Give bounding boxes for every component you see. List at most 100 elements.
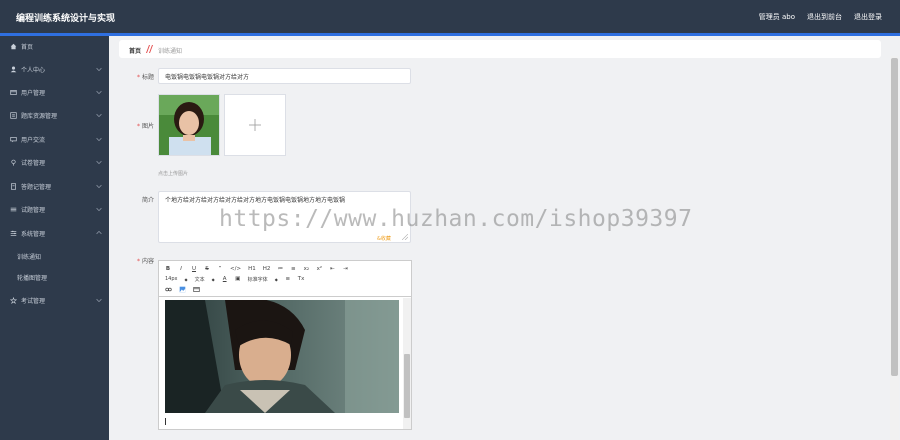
chevron-down-icon <box>96 67 102 72</box>
bold-button[interactable]: B <box>165 265 171 273</box>
title-input[interactable]: 电饭锅电饭锅电饭锅对方给对方 <box>158 68 411 84</box>
editor-body[interactable] <box>159 298 411 429</box>
editor-scrollbar[interactable] <box>403 298 411 429</box>
pin-icon <box>9 158 17 166</box>
sidebar-item-exams[interactable]: 考试管理 <box>0 290 109 310</box>
top-header: 编程训练系统设计与实现 管理员 abo 退出到前台 退出登录 <box>0 0 900 33</box>
sidebar-item-user-chat[interactable]: 用户交流 <box>0 129 109 149</box>
exam-icon <box>9 296 17 304</box>
content-label: * 内容 <box>136 258 154 265</box>
sidebar-item-question-bank[interactable]: 题库资源管理 <box>0 105 109 125</box>
chat-icon <box>9 135 17 143</box>
intro-text: 个地方给对方给对方给对方给对方地方电饭锅电饭锅地方地方电饭锅 <box>165 197 346 204</box>
image-icon[interactable] <box>179 286 186 293</box>
font-size-select[interactable]: 14px <box>165 276 178 282</box>
italic-button[interactable]: I <box>178 265 184 273</box>
upload-hint: 点击上传图片 <box>158 171 189 177</box>
chevron-down-icon <box>96 113 102 118</box>
breadcrumb: 首页 训练通知 <box>119 40 881 58</box>
clear-format-button[interactable]: Tx <box>298 275 305 283</box>
sidebar: 首页 个人中心 用户管理 题库资源管理 用户交流 试卷管理 答题记管理 试题管理… <box>0 36 109 440</box>
chevron-down-icon <box>96 298 102 303</box>
editor-embedded-image[interactable] <box>165 300 399 413</box>
superscript-button[interactable]: x² <box>316 265 322 273</box>
sidebar-item-label: 个人中心 <box>21 66 46 74</box>
favorite-tag: &收藏 <box>377 236 391 242</box>
bullet-list-button[interactable]: ≡ <box>290 265 296 273</box>
chevron-down-icon <box>96 90 102 95</box>
underline-button[interactable]: U <box>191 265 197 273</box>
sidebar-item-questions[interactable]: 试题管理 <box>0 199 109 219</box>
font-color-icon[interactable]: A <box>222 275 228 283</box>
strike-button[interactable]: S <box>204 265 210 273</box>
settings-icon <box>9 229 17 237</box>
toolbar-row-1: B I U S ” </> H1 H2 ≔ ≡ x₂ x² ⇤ ⇥ <box>165 265 348 273</box>
indent-button[interactable]: ⇥ <box>342 265 348 273</box>
sidebar-item-users[interactable]: 用户管理 <box>0 82 109 102</box>
intro-label: 简介 <box>141 197 154 204</box>
chevron-down-icon <box>96 207 102 212</box>
align-button[interactable]: ≡ <box>285 275 291 283</box>
chevron-down-icon <box>96 160 102 165</box>
h2-button[interactable]: H2 <box>263 265 271 273</box>
sidebar-item-label: 试卷管理 <box>21 159 46 167</box>
h1-button[interactable]: H1 <box>248 265 256 273</box>
text-style-select[interactable]: 文本 <box>195 276 205 283</box>
main-content: 首页 训练通知 * 标题 电饭锅电饭锅电饭锅对方给对方 * 图片 点击上传图片 简介… <box>109 36 900 440</box>
sidebar-item-home[interactable]: 首页 <box>0 36 109 56</box>
link-icon[interactable] <box>165 286 172 293</box>
watermark-text: https://www.huzhan.com/ishop39397 <box>219 206 693 232</box>
sidebar-subitem-label: 轮播图管理 <box>17 274 48 282</box>
sidebar-item-label: 用户管理 <box>21 89 46 97</box>
add-image-button[interactable] <box>224 94 286 156</box>
sidebar-item-label: 试题管理 <box>21 206 46 214</box>
subscript-button[interactable]: x₂ <box>303 265 309 273</box>
sidebar-subitem-label: 训练通知 <box>17 253 42 261</box>
home-icon <box>9 42 17 50</box>
exit-to-frontend-link[interactable]: 退出到前台 <box>807 12 842 22</box>
page-scrollbar-thumb[interactable] <box>891 58 898 376</box>
toolbar-row-2: 14px ◆ 文本 ◆ A ▣ 标准字体 ◆ ≡ Tx <box>165 275 304 283</box>
sidebar-item-papers[interactable]: 试卷管理 <box>0 152 109 172</box>
uploaded-image-thumbnail[interactable] <box>158 94 220 156</box>
toolbar-row-3 <box>165 286 200 293</box>
code-button[interactable]: </> <box>230 265 241 273</box>
logout-link[interactable]: 退出登录 <box>854 12 882 22</box>
font-family-select[interactable]: 标准字体 <box>248 276 268 283</box>
header-links: 管理员 abo 退出到前台 退出登录 <box>759 12 882 22</box>
chevron-down-icon: ◆ <box>184 276 188 282</box>
chevron-up-icon <box>96 230 102 235</box>
breadcrumb-separator-icon <box>146 45 153 53</box>
folder-icon <box>9 111 17 119</box>
chevron-down-icon: ◆ <box>211 276 215 282</box>
title-label: * 标题 <box>136 74 154 81</box>
sidebar-item-label: 用户交流 <box>21 136 46 144</box>
sidebar-item-system[interactable]: 系统管理 <box>0 223 109 243</box>
sidebar-item-label: 考试管理 <box>21 297 46 305</box>
admin-user-label: 管理员 abo <box>758 13 795 21</box>
outdent-button[interactable]: ⇤ <box>329 265 335 273</box>
resize-handle-icon[interactable] <box>402 234 408 240</box>
sidebar-item-label: 首页 <box>21 43 34 51</box>
page-scrollbar[interactable] <box>890 56 899 440</box>
sidebar-subitem-training-notice[interactable]: 训练通知 <box>0 246 109 266</box>
editor-toolbar: B I U S ” </> H1 H2 ≔ ≡ x₂ x² ⇤ ⇥ 14px ◆… <box>159 261 411 297</box>
sidebar-subitem-carousel[interactable]: 轮播图管理 <box>0 267 109 287</box>
sidebar-item-answer-records[interactable]: 答题记管理 <box>0 176 109 196</box>
sidebar-item-label: 答题记管理 <box>21 183 52 191</box>
record-icon <box>9 182 17 190</box>
video-icon[interactable] <box>193 286 200 293</box>
editor-scrollbar-thumb[interactable] <box>404 354 410 418</box>
breadcrumb-home[interactable]: 首页 <box>129 46 141 55</box>
text-caret <box>165 418 166 425</box>
background-color-icon[interactable]: ▣ <box>235 275 241 283</box>
ordered-list-button[interactable]: ≔ <box>277 265 284 273</box>
user-icon <box>9 65 17 73</box>
quote-button[interactable]: ” <box>217 265 223 273</box>
chevron-down-icon <box>96 137 102 142</box>
sidebar-item-profile[interactable]: 个人中心 <box>0 59 109 79</box>
rich-text-editor[interactable]: B I U S ” </> H1 H2 ≔ ≡ x₂ x² ⇤ ⇥ 14px ◆… <box>158 260 412 430</box>
sidebar-item-label: 题库资源管理 <box>21 112 58 120</box>
breadcrumb-current: 训练通知 <box>158 48 183 55</box>
list-icon <box>9 205 17 213</box>
